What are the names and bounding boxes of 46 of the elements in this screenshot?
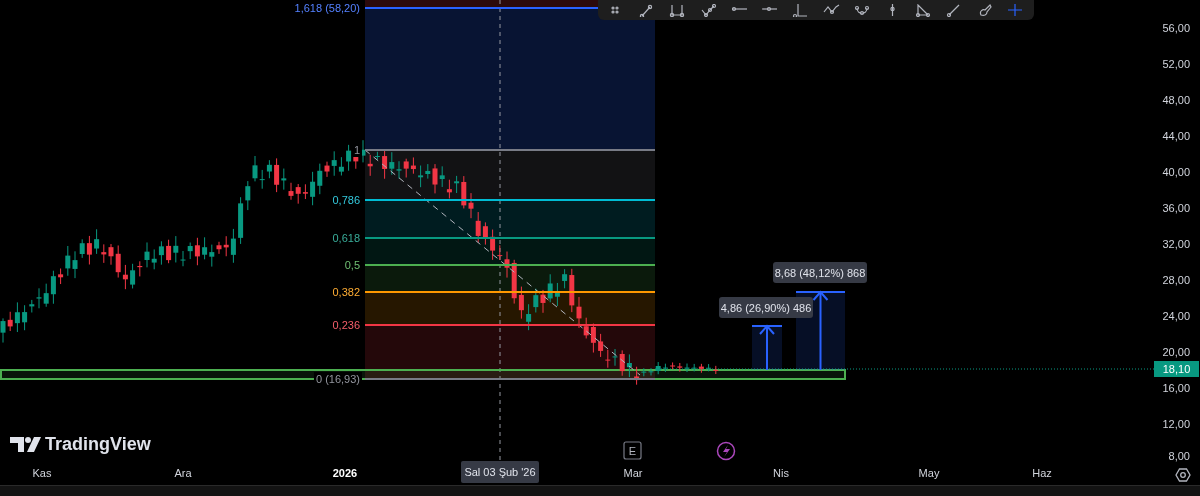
vertical-ray-icon: [792, 3, 810, 17]
time-axis-label: Mar: [623, 467, 643, 479]
price-axis-label: 24,00: [1162, 310, 1190, 322]
earnings-marker[interactable]: E: [623, 441, 642, 460]
last-price-badge: 18,10: [1154, 361, 1199, 377]
curve-icon: [853, 3, 871, 17]
time-axis-label: Nis: [773, 467, 789, 479]
fib-level-label: 1,618 (58,20): [294, 2, 360, 14]
time-axis-label: Ara: [174, 467, 192, 479]
price-axis-label: 12,00: [1162, 418, 1190, 430]
time-axis-label: Haz: [1032, 467, 1052, 479]
time-axis-label: 2026: [332, 467, 358, 479]
price-axis-label: 44,00: [1162, 130, 1190, 142]
lightning-icon[interactable]: [716, 441, 736, 461]
price-axis-label: 48,00: [1162, 94, 1190, 106]
measurement-label: 8,68 (48,12%) 868: [773, 262, 867, 283]
fib-level-label: 0,236: [332, 319, 360, 331]
price-axis-label: 56,00: [1162, 22, 1190, 34]
fib-level-label: 0,786: [332, 194, 360, 206]
measurement-label: 4,86 (26,90%) 486: [719, 297, 813, 318]
crosshair-icon: [1007, 3, 1025, 17]
price-axis-label: 16,00: [1162, 382, 1190, 394]
crosshair-date-label: Sal 03 Şub '26: [461, 461, 539, 483]
fib-level-label: 0 (16,93): [315, 373, 360, 385]
price-axis-label: 28,00: [1162, 274, 1190, 286]
brand-name: TradingView: [45, 434, 151, 454]
rectangle-icon: [669, 3, 687, 17]
fib-level-label: 0,5: [344, 259, 360, 271]
price-axis-label: 52,00: [1162, 58, 1190, 70]
price-axis-label: 36,00: [1162, 202, 1190, 214]
time-axis-label: May: [918, 467, 940, 479]
fib-level-label: 1: [353, 144, 360, 156]
polyline-icon: [699, 3, 717, 17]
triangle-icon: [915, 3, 933, 17]
price-axis-label: 32,00: [1162, 238, 1190, 250]
time-axis-label: Kas: [32, 467, 52, 479]
logo-icon: [10, 437, 41, 452]
price-axis-label: 40,00: [1162, 166, 1190, 178]
price-range-drawing: [751, 324, 783, 371]
fib-level-label: 0,382: [332, 286, 360, 298]
zigzag-line-icon: [822, 3, 840, 17]
price-axis-label: 20,00: [1162, 346, 1190, 358]
vertical-line-icon: [890, 3, 896, 17]
fib-level-label: 0,618: [332, 232, 360, 244]
price-axis-label: 8,00: [1168, 450, 1190, 462]
settings-icon[interactable]: [1175, 468, 1191, 482]
